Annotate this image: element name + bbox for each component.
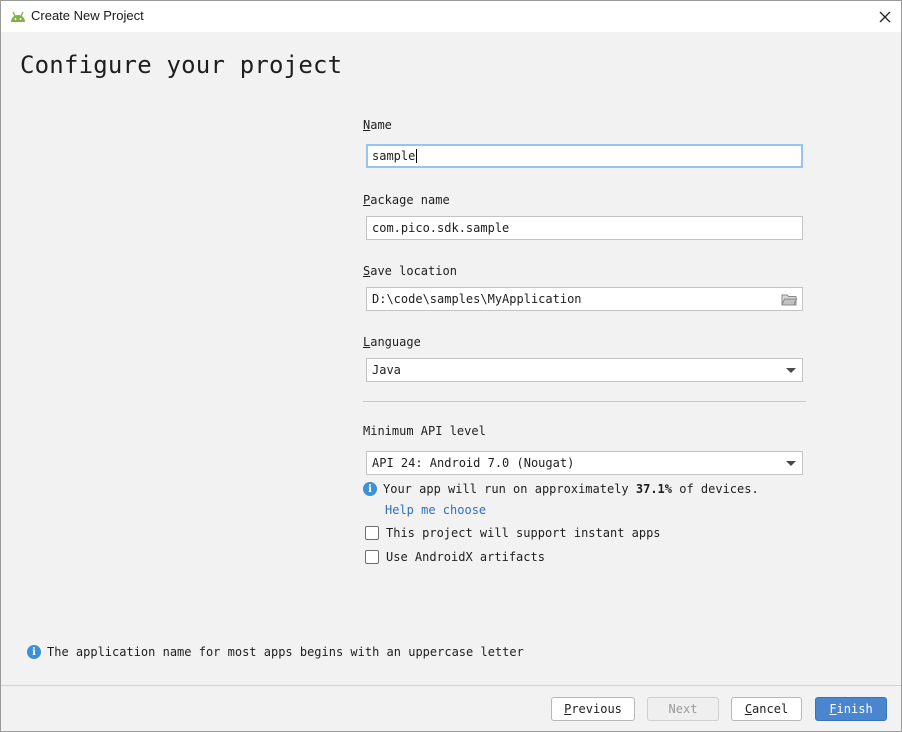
save-location-value: D:\code\samples\MyApplication [372, 292, 582, 306]
name-label-text: ame [370, 118, 392, 132]
language-dropdown[interactable]: Java [366, 358, 803, 382]
cancel-button[interactable]: Cancel [731, 697, 802, 721]
info-icon: i [363, 482, 377, 496]
package-label-text: ackage name [370, 193, 450, 207]
footer-divider [1, 685, 901, 686]
android-icon [9, 9, 27, 23]
api-info-suffix: of devices. [672, 482, 759, 496]
title-bar: Create New Project [1, 1, 901, 32]
page-title: Configure your project [20, 51, 343, 79]
finish-button[interactable]: Finish [815, 697, 887, 721]
folder-icon[interactable] [781, 293, 798, 306]
finish-mnemonic: F [829, 702, 837, 716]
finish-label: inish [836, 702, 873, 716]
help-me-choose-link[interactable]: Help me choose [385, 503, 486, 517]
validation-hint-text: The application name for most apps begin… [47, 645, 524, 659]
save-location-field[interactable]: D:\code\samples\MyApplication [366, 287, 803, 311]
instant-apps-checkbox-row[interactable]: This project will support instant apps [365, 526, 661, 540]
language-label-text: anguage [370, 335, 421, 349]
language-label: Language [363, 335, 421, 349]
min-api-label: Minimum API level [363, 424, 486, 438]
instant-apps-checkbox[interactable] [365, 526, 379, 540]
previous-label: revious [571, 702, 622, 716]
window-title: Create New Project [31, 8, 144, 23]
package-name-value: com.pico.sdk.sample [372, 221, 510, 235]
create-project-dialog: Create New Project Configure your projec… [0, 0, 902, 732]
save-location-label: Save location [363, 264, 457, 278]
name-value: sample [372, 149, 416, 163]
next-button[interactable]: Next [647, 697, 719, 721]
min-api-dropdown[interactable]: API 24: Android 7.0 (Nougat) [366, 451, 803, 475]
close-button[interactable] [869, 1, 901, 32]
androidx-label: Use AndroidX artifacts [386, 550, 545, 564]
chevron-down-icon [786, 461, 796, 466]
language-value: Java [372, 363, 401, 377]
validation-hint: i The application name for most apps beg… [27, 645, 524, 659]
info-icon: i [27, 645, 41, 659]
name-field[interactable]: sample [366, 144, 803, 168]
androidx-checkbox[interactable] [365, 550, 379, 564]
name-label: Name [363, 118, 392, 132]
save-label-text: ave location [370, 264, 457, 278]
text-caret [416, 149, 418, 163]
chevron-down-icon [786, 368, 796, 373]
section-divider [363, 401, 806, 402]
api-info-prefix: Your app will run on approximately [383, 482, 636, 496]
previous-button[interactable]: Previous [551, 697, 635, 721]
close-icon [879, 11, 891, 22]
package-name-field[interactable]: com.pico.sdk.sample [366, 216, 803, 240]
min-api-value: API 24: Android 7.0 (Nougat) [372, 456, 575, 470]
instant-apps-label: This project will support instant apps [386, 526, 661, 540]
package-name-label: Package name [363, 193, 450, 207]
cancel-label: ancel [752, 702, 789, 716]
previous-mnemonic: P [564, 702, 572, 716]
api-coverage-info: i Your app will run on approximately 37.… [363, 482, 759, 496]
androidx-checkbox-row[interactable]: Use AndroidX artifacts [365, 550, 545, 564]
next-label: Next [668, 702, 698, 716]
cancel-mnemonic: C [744, 702, 753, 716]
api-info-percent: 37.1% [635, 482, 672, 496]
